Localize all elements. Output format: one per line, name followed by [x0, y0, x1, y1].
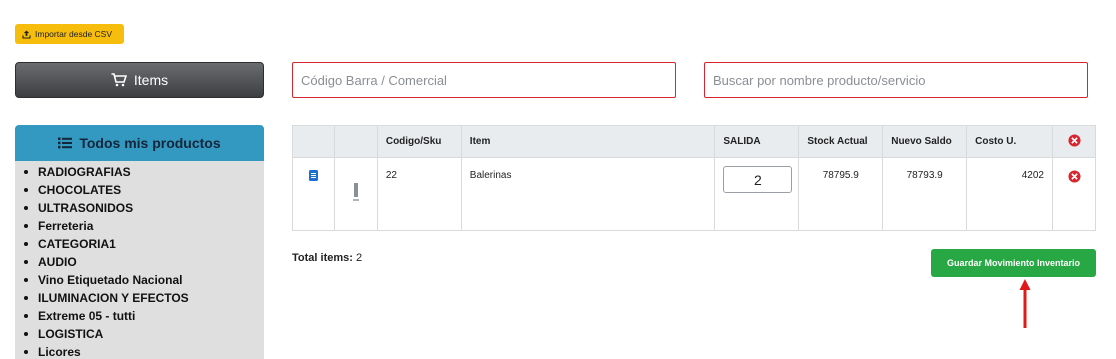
category-item[interactable]: Licores [15, 343, 264, 359]
table-row: 22 Balerinas 78795.9 78793.9 4202 [292, 157, 1096, 231]
cart-icon [111, 73, 127, 87]
all-products-title: Todos mis productos [79, 135, 221, 151]
red-arrow-annotation [1019, 279, 1031, 328]
image-cell [333, 157, 378, 231]
category-item[interactable]: Extreme 05 - tutti [15, 307, 264, 325]
barcode-search-input[interactable] [292, 62, 676, 98]
salida-quantity-input[interactable] [723, 166, 793, 193]
category-item[interactable]: CHOCOLATES [15, 181, 264, 199]
items-button[interactable]: Items [15, 62, 264, 98]
items-button-label: Items [133, 72, 169, 88]
movement-table: Codigo/Sku Item SALIDA Stock Actual Nuev… [292, 125, 1096, 231]
import-csv-label: Importar desde CSV [35, 29, 113, 39]
category-item[interactable]: Vino Etiquetado Nacional [15, 271, 264, 289]
salida-cell [714, 157, 800, 231]
header-code: Codigo/Sku [376, 125, 462, 158]
document-icon[interactable] [308, 170, 318, 181]
upload-icon [22, 29, 31, 39]
delete-row-icon[interactable] [1067, 170, 1081, 183]
header-nuevo: Nuevo Saldo [882, 125, 968, 158]
category-item[interactable]: CATEGORIA1 [15, 235, 264, 253]
item-cell: Balerinas [460, 157, 716, 231]
all-products-header[interactable]: Todos mis productos [15, 125, 264, 161]
product-name-search-input[interactable] [704, 62, 1088, 98]
clear-all-icon[interactable] [1067, 133, 1081, 147]
code-cell: 22 [376, 157, 462, 231]
header-blank [292, 125, 335, 158]
header-clear [1052, 125, 1096, 158]
header-item: Item [460, 125, 716, 158]
category-item[interactable]: ULTRASONIDOS [15, 199, 264, 217]
costo-cell: 4202 [966, 157, 1053, 231]
header-costo: Costo U. [966, 125, 1053, 158]
total-items: Total items: 2 [292, 252, 362, 264]
save-movement-label: Guardar Movimiento Inventario [946, 258, 1081, 268]
category-item[interactable]: LOGISTICA [15, 325, 264, 343]
category-item[interactable]: RADIOGRAFIAS [15, 163, 264, 181]
category-item[interactable]: ILUMINACION Y EFECTOS [15, 289, 264, 307]
nuevo-cell: 78793.9 [882, 157, 968, 231]
product-thumbnail [352, 183, 359, 201]
stock-cell: 78795.9 [798, 157, 884, 231]
inventory-movement-page: Importar desde CSV Items Todos mis produ… [0, 0, 1116, 359]
header-image [333, 125, 378, 158]
table-header-row: Codigo/Sku Item SALIDA Stock Actual Nuev… [292, 125, 1096, 158]
import-csv-button[interactable]: Importar desde CSV [15, 24, 124, 44]
category-item[interactable]: Ferreteria [15, 217, 264, 235]
header-stock: Stock Actual [798, 125, 884, 158]
save-movement-button[interactable]: Guardar Movimiento Inventario [931, 249, 1096, 277]
category-item[interactable]: AUDIO [15, 253, 264, 271]
delete-cell [1052, 157, 1096, 231]
detail-cell [292, 157, 335, 231]
list-icon [58, 137, 73, 149]
header-salida: SALIDA [714, 125, 800, 158]
category-list: RADIOGRAFIAS CHOCOLATES ULTRASONIDOS Fer… [15, 161, 264, 359]
total-items-label: Total items: [292, 252, 353, 264]
total-items-value: 2 [355, 252, 363, 264]
